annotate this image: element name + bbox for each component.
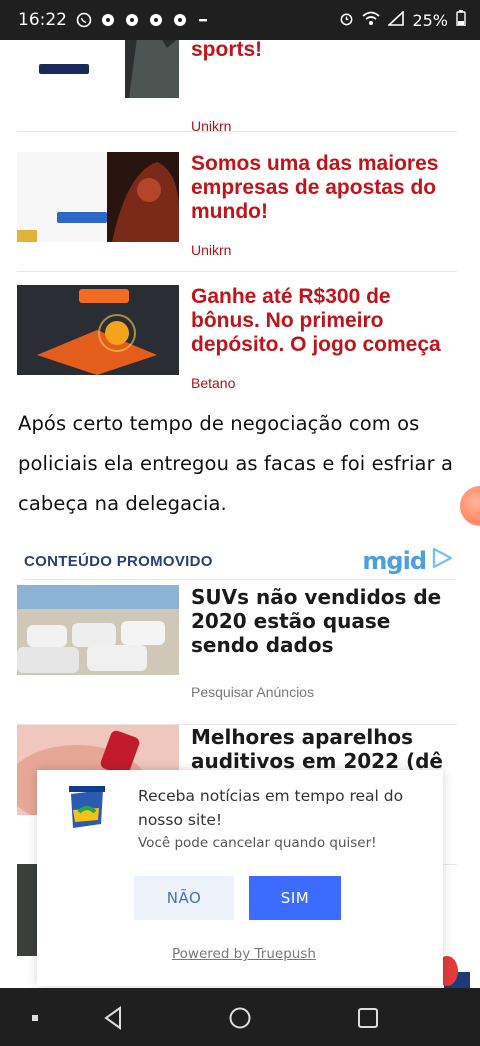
ad-source: Betano: [191, 375, 236, 391]
recent-dot-icon[interactable]: [22, 1005, 48, 1031]
deny-button[interactable]: NÃO: [134, 876, 234, 920]
wifi-icon: [362, 11, 381, 30]
clock: 16:22: [18, 10, 67, 30]
soccer-icon: [99, 11, 117, 29]
promoted-thumbnail[interactable]: [17, 585, 179, 675]
ad-item[interactable]: pioneira em apostas em e-sports! Unikrn: [17, 40, 457, 134]
promoted-item[interactable]: SUVs não vendidos de 2020 estão quase se…: [17, 585, 457, 725]
alarm-icon: [339, 11, 354, 30]
signal-icon: [387, 9, 405, 30]
battery-icon: [456, 10, 466, 30]
ad-item[interactable]: Ganhe até R$300 de bônus. No primeiro de…: [17, 285, 457, 397]
push-permission-dialog: Receba notícias em tempo real do nosso s…: [37, 770, 443, 986]
ad-thumbnail[interactable]: [17, 864, 37, 956]
play-icon: [430, 546, 454, 575]
soccer-icon: [147, 11, 165, 29]
status-bar: 16:22 25%: [0, 0, 480, 40]
article-paragraph: Após certo tempo de negociação com os po…: [18, 412, 454, 515]
powered-by-link[interactable]: Powered by Truepush: [172, 946, 316, 962]
site-logo: [65, 784, 109, 832]
soccer-icon: [123, 11, 141, 29]
promoted-header: CONTEÚDO PROMOVIDO mgid: [22, 547, 456, 580]
battery-level: 25%: [412, 10, 448, 30]
whatsapp-icon: [75, 11, 93, 29]
minus-icon: [195, 11, 213, 29]
ad-thumbnail[interactable]: [17, 152, 179, 242]
allow-button[interactable]: SIM: [249, 876, 341, 920]
dialog-title: Receba notícias em tempo real do nosso s…: [138, 787, 404, 829]
navigation-bar: [0, 988, 480, 1046]
promoted-title[interactable]: SUVs não vendidos de 2020 estão quase se…: [191, 585, 459, 657]
ad-title[interactable]: Somos uma das maiores empresas de aposta…: [191, 152, 461, 224]
ad-title[interactable]: pioneira em apostas em e-sports!: [191, 40, 461, 62]
mgid-logo[interactable]: mgid: [362, 546, 454, 575]
soccer-icon: [171, 11, 189, 29]
promoted-source: Pesquisar Anúncios: [191, 684, 314, 700]
dialog-subtitle: Você pode cancelar quando quiser!: [138, 835, 377, 851]
ad-title[interactable]: Ganhe até R$300 de bônus. No primeiro de…: [191, 285, 461, 357]
ad-thumbnail[interactable]: [17, 285, 179, 375]
side-widget[interactable]: [436, 956, 470, 988]
mgid-brand: mgid: [362, 546, 427, 575]
ad-source: Unikrn: [191, 242, 232, 258]
promoted-label: CONTEÚDO PROMOVIDO: [24, 553, 213, 570]
notification-icons: [75, 11, 213, 29]
promoted-title[interactable]: Melhores aparelhos auditivos em 2022 (dê: [191, 725, 459, 773]
ad-source: Unikrn: [191, 118, 232, 134]
home-icon[interactable]: [227, 1005, 253, 1031]
overview-icon[interactable]: [355, 1005, 381, 1031]
ad-thumbnail[interactable]: [17, 40, 179, 98]
ad-item[interactable]: Somos uma das maiores empresas de aposta…: [17, 152, 457, 272]
back-icon[interactable]: [100, 1005, 126, 1031]
